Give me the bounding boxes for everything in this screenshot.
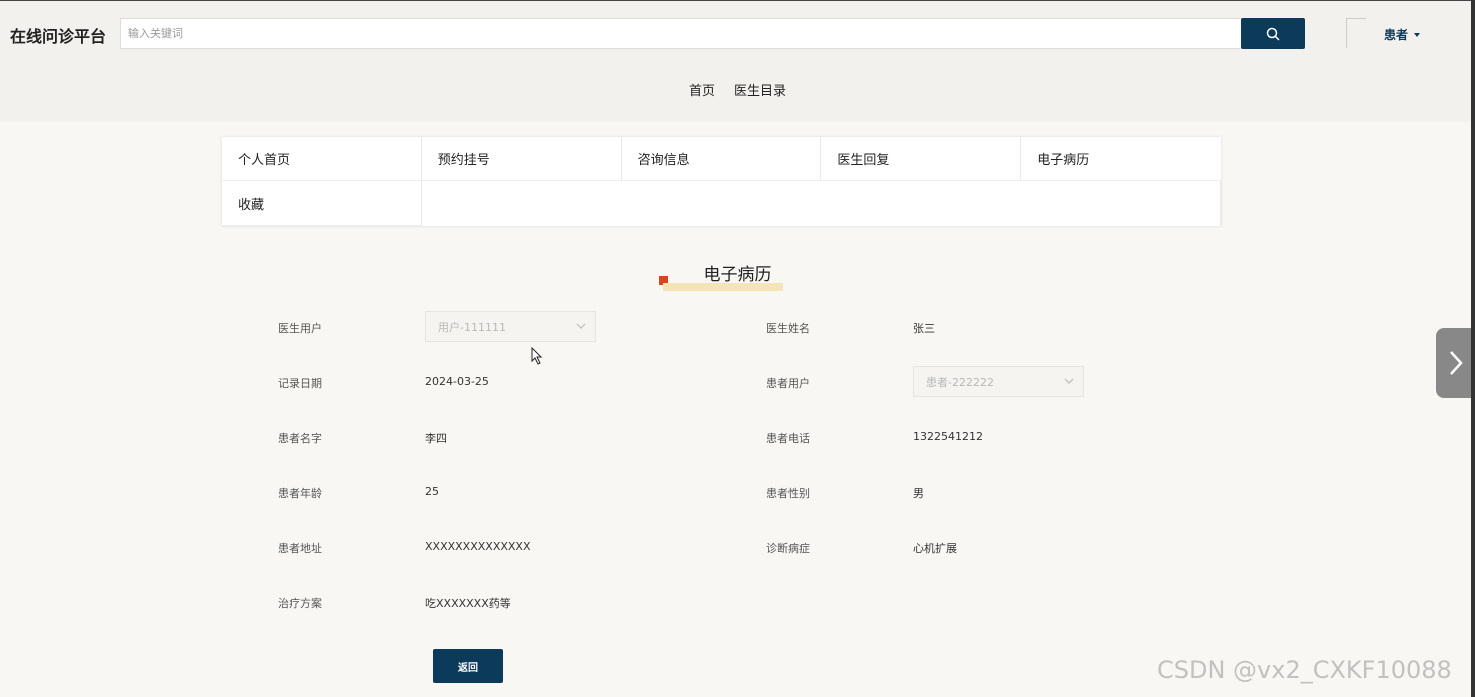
doctor-name-label: 医生姓名 — [766, 322, 810, 335]
patient-address-value: XXXXXXXXXXXXXX — [425, 540, 531, 553]
menu-appointment[interactable]: 预约挂号 — [421, 137, 622, 181]
patient-user-value: 患者-222222 — [926, 375, 994, 389]
watermark: CSDN @vx2_CXKF10088 — [1157, 656, 1452, 684]
user-menu[interactable]: 患者 — [1384, 26, 1421, 43]
search-button[interactable] — [1241, 18, 1305, 49]
treatment-value: 吃XXXXXXX药等 — [425, 597, 511, 610]
menu-doctor-reply[interactable]: 医生回复 — [821, 137, 1022, 181]
next-page-button[interactable] — [1436, 328, 1475, 398]
main-nav: 首页 医生目录 — [0, 80, 1475, 99]
avatar[interactable] — [1346, 18, 1366, 48]
menu-favorites[interactable]: 收藏 — [222, 181, 422, 226]
diagnosis-label: 诊断病症 — [766, 542, 810, 555]
patient-gender-label: 患者性别 — [766, 487, 810, 500]
title-decoration-bar — [663, 283, 783, 291]
mouse-cursor-icon — [531, 347, 543, 365]
menu-medical-record[interactable]: 电子病历 — [1021, 137, 1221, 181]
menu-consultation[interactable]: 咨询信息 — [621, 137, 822, 181]
chevron-right-icon — [1449, 351, 1463, 375]
patient-phone-label: 患者电话 — [766, 432, 810, 445]
nav-doctor-directory[interactable]: 医生目录 — [734, 80, 786, 99]
personal-menu: 个人首页 预约挂号 咨询信息 医生回复 电子病历 收藏 — [222, 137, 1221, 226]
site-brand[interactable]: 在线问诊平台 — [10, 23, 106, 47]
patient-phone-value: 1322541212 — [913, 430, 983, 443]
menu-personal-home[interactable]: 个人首页 — [222, 137, 422, 181]
chevron-down-icon — [1064, 378, 1074, 384]
back-button[interactable]: 返回 — [433, 649, 503, 683]
user-role-label: 患者 — [1384, 28, 1409, 42]
patient-age-value: 25 — [425, 485, 439, 498]
caret-down-icon — [1414, 32, 1421, 37]
doctor-user-value: 用户-111111 — [438, 320, 506, 334]
search-input[interactable] — [120, 18, 1242, 49]
nav-home[interactable]: 首页 — [689, 80, 715, 99]
top-header: 在线问诊平台 患者 首页 医生目录 — [0, 0, 1475, 122]
record-date-label: 记录日期 — [278, 377, 322, 390]
diagnosis-value: 心机扩展 — [913, 542, 957, 555]
patient-user-select[interactable]: 患者-222222 — [913, 366, 1084, 397]
doctor-user-label: 医生用户 — [278, 322, 322, 335]
menu-empty-cell — [422, 181, 1221, 226]
chevron-down-icon — [576, 323, 586, 329]
treatment-label: 治疗方案 — [278, 597, 322, 610]
record-date-value: 2024-03-25 — [425, 375, 489, 388]
section-title: 电子病历 — [703, 265, 772, 285]
window-edge — [1471, 0, 1475, 697]
search-icon — [1266, 27, 1280, 41]
patient-address-label: 患者地址 — [278, 542, 322, 555]
patient-age-label: 患者年龄 — [278, 487, 322, 500]
patient-name-value: 李四 — [425, 432, 447, 445]
patient-name-label: 患者名字 — [278, 432, 322, 445]
doctor-user-select[interactable]: 用户-111111 — [425, 311, 596, 342]
doctor-name-value: 张三 — [913, 322, 935, 335]
patient-gender-value: 男 — [913, 487, 924, 500]
patient-user-label: 患者用户 — [766, 377, 810, 390]
